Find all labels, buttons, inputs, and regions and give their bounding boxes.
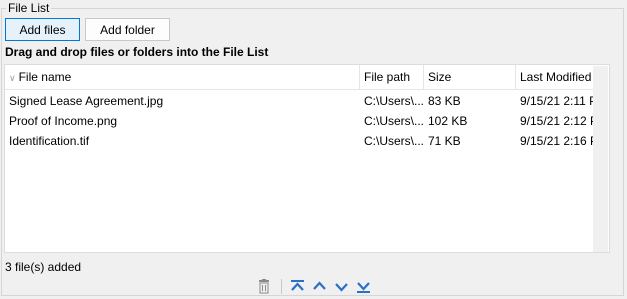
table-header: ∨ File name File path Size Last Modified <box>5 65 595 90</box>
column-label: File name <box>18 70 72 84</box>
file-list-group-title: File List <box>6 1 52 15</box>
file-name-cell: Identification.tif <box>9 134 90 148</box>
table-row[interactable]: Proof of Income.png C:\Users\... 102 KB … <box>5 111 608 131</box>
column-header-size[interactable]: Size <box>424 65 516 89</box>
file-name-cell: Proof of Income.png <box>9 114 118 128</box>
table-row[interactable]: Identification.tif C:\Users\... 71 KB 9/… <box>5 131 608 151</box>
file-path-cell: C:\Users\... <box>364 134 424 148</box>
add-folder-button[interactable]: Add folder <box>85 18 170 41</box>
column-header-file-name[interactable]: ∨ File name <box>5 65 360 89</box>
column-header-file-path[interactable]: File path <box>360 65 424 89</box>
file-size-cell: 83 KB <box>428 94 461 108</box>
vertical-scrollbar[interactable] <box>593 66 608 252</box>
drag-drop-hint: Drag and drop files or folders into the … <box>5 45 269 59</box>
move-to-top-icon[interactable] <box>289 278 306 295</box>
sort-chevron-icon: ∨ <box>9 73 16 83</box>
add-files-button[interactable]: Add files <box>5 18 80 41</box>
move-up-icon[interactable] <box>311 278 328 295</box>
column-header-last-modified[interactable]: Last Modified <box>516 65 595 89</box>
file-list-table[interactable]: ∨ File name File path Size Last Modified … <box>4 64 610 253</box>
file-size-cell: 71 KB <box>428 134 461 148</box>
trash-icon[interactable] <box>255 278 272 295</box>
file-path-cell: C:\Users\... <box>364 94 424 108</box>
move-down-icon[interactable] <box>333 278 350 295</box>
status-text: 3 file(s) added <box>5 260 82 274</box>
file-size-cell: 102 KB <box>428 114 468 128</box>
file-path-cell: C:\Users\... <box>364 114 424 128</box>
move-to-bottom-icon[interactable] <box>355 278 372 295</box>
file-name-cell: Signed Lease Agreement.jpg <box>9 94 164 108</box>
toolbar-separator <box>281 279 282 294</box>
table-row[interactable]: Signed Lease Agreement.jpg C:\Users\... … <box>5 91 607 111</box>
